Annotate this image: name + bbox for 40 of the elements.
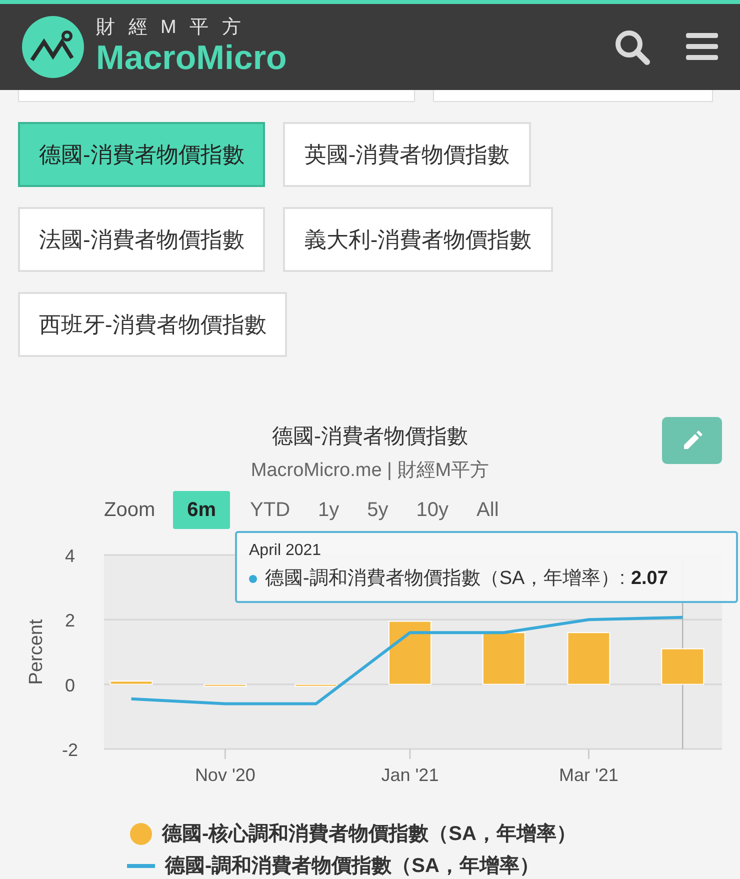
bar — [204, 684, 247, 687]
tooltip-series: 德國-調和消費者物價指數（SA，年增率）: — [265, 567, 625, 591]
y-tick-label: 2 — [65, 610, 75, 631]
zoom-option[interactable]: 5y — [359, 491, 396, 529]
pencil-icon — [681, 430, 703, 452]
search-icon[interactable] — [614, 29, 650, 65]
x-tick-label: Nov '20 — [194, 765, 256, 785]
zoom-label: Zoom — [104, 498, 156, 523]
tooltip-value: 2.07 — [630, 567, 668, 591]
bar — [482, 632, 526, 685]
legend-label[interactable]: 德國-核心調和消費者物價指數（SA，年增率） — [162, 819, 576, 849]
bar — [388, 620, 432, 685]
zoom-option[interactable]: 1y — [310, 491, 348, 529]
tooltip-date: April 2021 — [249, 541, 322, 561]
y-tick-label: -2 — [62, 740, 78, 760]
x-tick-label: Mar '21 — [558, 765, 618, 785]
bar — [567, 632, 610, 685]
indicator-button[interactable]: 義大利-消費者物價指數 — [283, 207, 553, 272]
indicator-button[interactable]: 法國-消費者物價指數 — [18, 207, 266, 272]
zoom-option[interactable]: YTD — [242, 491, 298, 529]
indicator-button[interactable]: 英國-消費者物價指數 — [283, 122, 531, 187]
brand-tagline: 財 經 M 平 方 — [96, 17, 246, 39]
zoom-option[interactable]: 10y — [408, 491, 457, 529]
x-tick-label: Jan '21 — [381, 765, 439, 785]
y-tick-label: 4 — [65, 547, 75, 566]
y-tick-label: 0 — [65, 675, 75, 696]
indicator-button[interactable]: 西班牙-消費者物價指數 — [18, 292, 288, 357]
bar — [294, 684, 338, 687]
zoom-option[interactable]: All — [468, 491, 507, 529]
chart-subtitle: MacroMicro.me | 財經M平方 — [250, 459, 490, 483]
menu-icon[interactable] — [686, 32, 718, 62]
brand-name: MacroMicro — [96, 39, 287, 77]
legend-label[interactable]: 德國-調和消費者物價指數（SA，年增率） — [165, 851, 540, 879]
bar — [661, 648, 704, 685]
zoom-option[interactable]: 6m — [173, 491, 230, 529]
logo-icon — [22, 16, 84, 78]
y-axis-title: Percent — [26, 619, 47, 685]
bar — [110, 680, 153, 685]
chart-title: 德國-消費者物價指數 — [271, 424, 469, 450]
indicator-button[interactable]: 德國-消費者物價指數 — [18, 122, 266, 187]
